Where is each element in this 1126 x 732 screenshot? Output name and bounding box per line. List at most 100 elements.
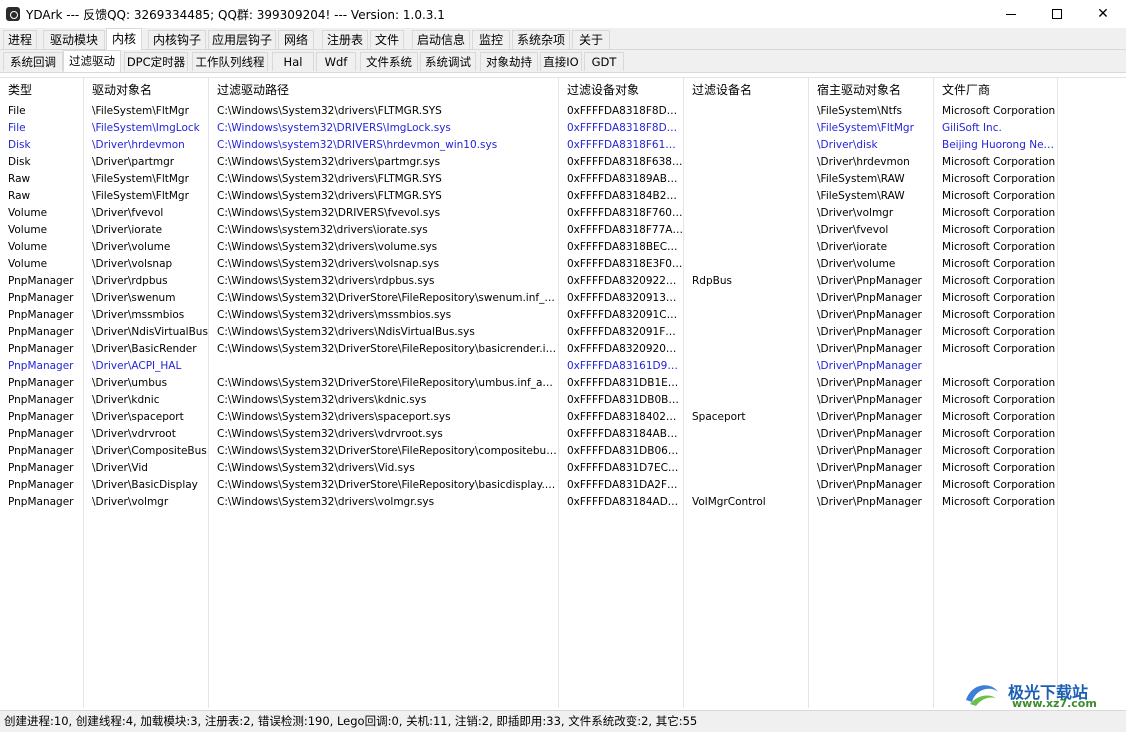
table-row[interactable]: PnpManager \Driver\swenum C:\Windows\Syste… (0, 290, 1126, 307)
cell-device-name: RdpBus (684, 273, 809, 290)
cell-driver-object: \Driver\partmgr (84, 154, 209, 171)
cell-filter-path: C:\Windows\System32\drivers\FLTMGR.SYS (209, 103, 559, 120)
table-row[interactable]: PnpManager \Driver\BasicRender C:\Windows\… (0, 341, 1126, 358)
table-row[interactable]: PnpManager \Driver\Vid C:\Windows\System32… (0, 460, 1126, 477)
table-row[interactable]: PnpManager \Driver\CompositeBus C:\Windows… (0, 443, 1126, 460)
column-header-vendor[interactable]: 文件厂商 (934, 78, 1058, 102)
table-row[interactable]: Volume \Driver\volsnap C:\Windows\System32… (0, 256, 1126, 273)
table-row[interactable]: PnpManager \Driver\rdpbus C:\Windows\Syste… (0, 273, 1126, 290)
cell-filter-device: 0xFFFFDA831DB0BDA0 (559, 392, 684, 409)
cell-vendor: Microsoft Corporation (934, 239, 1058, 256)
cell-filter-device: 0xFFFFDA83184020A0 (559, 409, 684, 426)
minimize-button[interactable] (988, 0, 1034, 28)
cell-filter-path: C:\Windows\System32\drivers\vdrvroot.sys (209, 426, 559, 443)
table-row[interactable]: PnpManager \Driver\spaceport C:\Windows\Sy… (0, 409, 1126, 426)
sub-tab-4[interactable]: Hal (272, 52, 314, 71)
table-row[interactable]: PnpManager \Driver\BasicDisplay C:\Windows… (0, 477, 1126, 494)
cell-filter-device: 0xFFFFDA831DB1E7D0 (559, 375, 684, 392)
sub-tab-10[interactable]: GDT (584, 52, 624, 71)
cell-driver-object: \Driver\CompositeBus (84, 443, 209, 460)
cell-driver-object: \Driver\rdpbus (84, 273, 209, 290)
column-header-driver-object[interactable]: 驱动对象名 (84, 78, 209, 102)
sub-tab-1[interactable]: 过滤驱动 (63, 50, 121, 72)
status-bar: 创建进程:10, 创建线程:4, 加载模块:3, 注册表:2, 错误检测:190… (0, 710, 1126, 732)
sub-tab-9[interactable]: 直接IO (540, 52, 582, 71)
maximize-button[interactable] (1034, 0, 1080, 28)
close-icon: ✕ (1097, 6, 1109, 22)
column-header-type[interactable]: 类型 (0, 78, 84, 102)
cell-host-driver: \Driver\PnpManager (809, 409, 934, 426)
main-tab-8[interactable]: 启动信息 (412, 30, 470, 49)
cell-driver-object: \Driver\BasicRender (84, 341, 209, 358)
table-row[interactable]: PnpManager \Driver\ACPI_HAL 0xFFFFDA83161D… (0, 358, 1126, 375)
table-row[interactable]: Disk \Driver\partmgr C:\Windows\System32\d… (0, 154, 1126, 171)
main-tab-2[interactable]: 内核 (106, 28, 142, 50)
main-tab-1[interactable]: 驱动模块 (43, 30, 105, 49)
cell-driver-object: \Driver\umbus (84, 375, 209, 392)
cell-vendor: Microsoft Corporation (934, 443, 1058, 460)
column-header-filter-path[interactable]: 过滤驱动路径 (209, 78, 559, 102)
table-row[interactable]: PnpManager \Driver\mssmbios C:\Windows\Sys… (0, 307, 1126, 324)
column-header-filter-device[interactable]: 过滤设备对象 (559, 78, 684, 102)
table-row[interactable]: File \FileSystem\FltMgr C:\Windows\System3… (0, 103, 1126, 120)
close-button[interactable]: ✕ (1080, 0, 1126, 28)
cell-device-name (684, 137, 809, 154)
cell-host-driver: \FileSystem\FltMgr (809, 120, 934, 137)
table-row[interactable]: PnpManager \Driver\NdisVirtualBus C:\Windo… (0, 324, 1126, 341)
cell-type: Raw (0, 188, 84, 205)
cell-filter-path: C:\Windows\System32\drivers\volsnap.sys (209, 256, 559, 273)
cell-type: Volume (0, 222, 84, 239)
table-row[interactable]: Disk \Driver\hrdevmon C:\Windows\system32\… (0, 137, 1126, 154)
sub-tab-2[interactable]: DPC定时器 (124, 52, 188, 71)
main-tab-4[interactable]: 应用层钩子 (208, 30, 276, 49)
cell-vendor: Microsoft Corporation (934, 256, 1058, 273)
sub-tab-5[interactable]: Wdf (316, 52, 356, 71)
main-tab-6[interactable]: 注册表 (322, 30, 368, 49)
sub-tab-3[interactable]: 工作队列线程 (192, 52, 268, 71)
main-tab-9[interactable]: 监控 (472, 30, 510, 49)
cell-vendor: Microsoft Corporation (934, 375, 1058, 392)
cell-device-name (684, 477, 809, 494)
cell-host-driver: \Driver\PnpManager (809, 290, 934, 307)
main-tab-3[interactable]: 内核钩子 (148, 30, 206, 49)
table-row[interactable]: PnpManager \Driver\kdnic C:\Windows\System… (0, 392, 1126, 409)
cell-type: PnpManager (0, 341, 84, 358)
sub-tab-8[interactable]: 对象劫持 (480, 52, 538, 71)
column-header-host-driver[interactable]: 宿主驱动对象名 (809, 78, 934, 102)
main-tab-10[interactable]: 系统杂项 (512, 30, 570, 49)
cell-driver-object: \Driver\volmgr (84, 494, 209, 511)
main-tab-bar: 进程 驱动模块 内核 内核钩子 应用层钩子 网络 注册表 文件 启动信息 监控 系统杂项 关于 (0, 28, 1126, 50)
sub-tab-6[interactable]: 文件系统 (360, 52, 418, 71)
cell-device-name (684, 392, 809, 409)
filter-driver-table: 类型 驱动对象名 过滤驱动路径 过滤设备对象 过滤设备名 宿主驱动对象名 文件厂商 File… (0, 77, 1126, 708)
table-row[interactable]: Raw \FileSystem\FltMgr C:\Windows\System32… (0, 188, 1126, 205)
main-tab-0[interactable]: 进程 (3, 30, 37, 49)
cell-type: PnpManager (0, 375, 84, 392)
main-tab-11[interactable]: 关于 (572, 30, 610, 49)
table-row[interactable]: Volume \Driver\fvevol C:\Windows\System32\… (0, 205, 1126, 222)
cell-device-name (684, 341, 809, 358)
cell-device-name: VolMgrControl (684, 494, 809, 511)
cell-type: Volume (0, 205, 84, 222)
cell-type: PnpManager (0, 307, 84, 324)
column-header-device-name[interactable]: 过滤设备名 (684, 78, 809, 102)
cell-filter-device: 0xFFFFDA83184B29A0 (559, 188, 684, 205)
table-row[interactable]: PnpManager \Driver\umbus C:\Windows\System… (0, 375, 1126, 392)
table-row[interactable]: File \FileSystem\ImgLock C:\Windows\system… (0, 120, 1126, 137)
cell-filter-device: 0xFFFFDA83184ADA70 (559, 494, 684, 511)
table-row[interactable]: PnpManager \Driver\vdrvroot C:\Windows\Sys… (0, 426, 1126, 443)
table-row[interactable]: PnpManager \Driver\volmgr C:\Windows\Syste… (0, 494, 1126, 511)
cell-vendor: Microsoft Corporation (934, 494, 1058, 511)
cell-host-driver: \Driver\PnpManager (809, 392, 934, 409)
sub-tab-7[interactable]: 系统调试 (420, 52, 476, 71)
main-tab-7[interactable]: 文件 (370, 30, 404, 49)
cell-vendor: Microsoft Corporation (934, 460, 1058, 477)
sub-tab-0[interactable]: 系统回调 (3, 52, 63, 71)
table-row[interactable]: Volume \Driver\iorate C:\Windows\system32\… (0, 222, 1126, 239)
table-row[interactable]: Volume \Driver\volume C:\Windows\System32\… (0, 239, 1126, 256)
main-tab-5[interactable]: 网络 (278, 30, 314, 49)
cell-type: Raw (0, 171, 84, 188)
cell-filter-device: 0xFFFFDA8318F63860 (559, 154, 684, 171)
table-row[interactable]: Raw \FileSystem\FltMgr C:\Windows\System32… (0, 171, 1126, 188)
cell-vendor: Microsoft Corporation (934, 341, 1058, 358)
